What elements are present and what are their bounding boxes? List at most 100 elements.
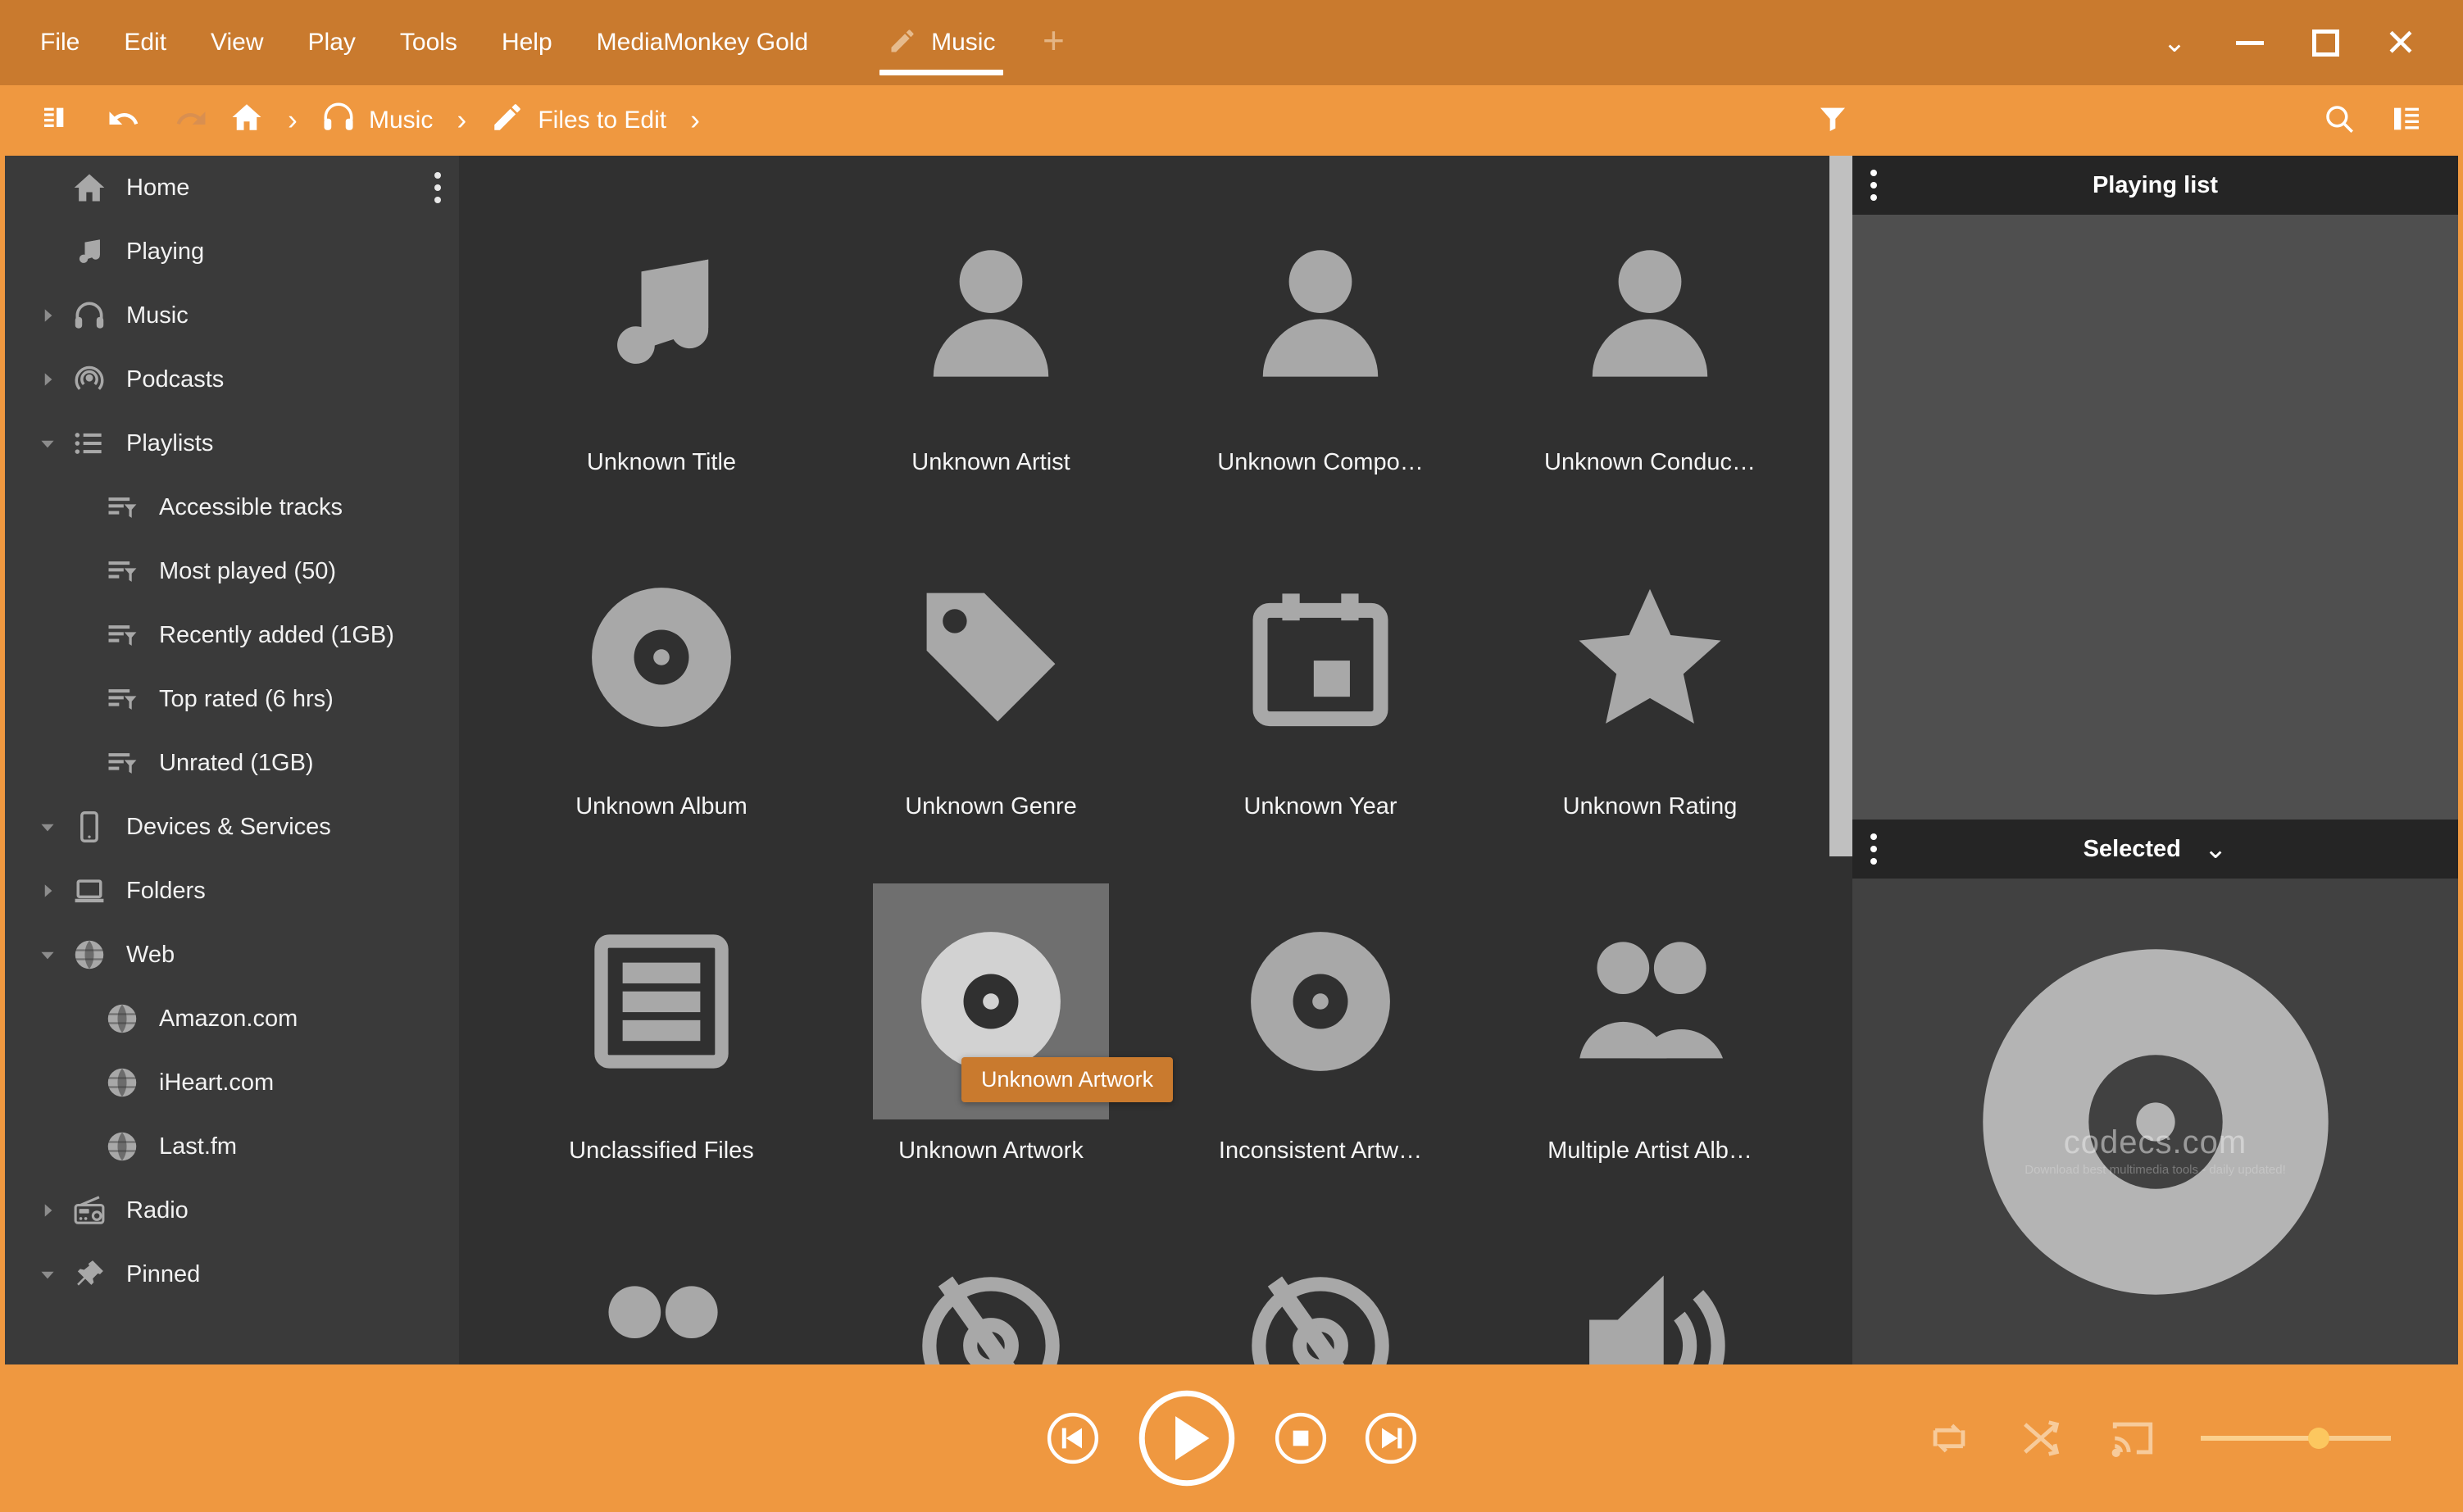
chevron-down-icon[interactable] — [30, 1264, 66, 1285]
main-scrollbar[interactable] — [1829, 156, 1852, 1364]
chevron-down-icon[interactable] — [30, 816, 66, 838]
chevron-right-icon[interactable] — [30, 880, 66, 901]
sidebar-item-folders[interactable]: Folders — [5, 859, 459, 923]
chevron-down-icon[interactable] — [30, 944, 66, 965]
sidebar-item-pinned[interactable]: Pinned — [5, 1242, 459, 1306]
main-scrollbar-thumb[interactable] — [1829, 156, 1852, 856]
redo-button[interactable] — [157, 87, 225, 154]
tile-item[interactable] — [497, 1213, 826, 1364]
next-track-button[interactable] — [1364, 1411, 1418, 1465]
selected-menu-icon[interactable] — [1870, 833, 1877, 865]
selected-header: Selected ⌄ — [1852, 820, 2458, 879]
window-more-button[interactable]: ⌄ — [2137, 0, 2212, 85]
close-icon: ✕ — [2385, 24, 2417, 61]
menu-item-view[interactable]: View — [189, 0, 285, 85]
tile-item[interactable]: Unknown Album — [497, 524, 826, 869]
search-button[interactable] — [2306, 87, 2373, 154]
sidebar-item-web[interactable]: Web — [5, 923, 459, 987]
menu-item-file[interactable]: File — [18, 0, 102, 85]
chevron-down-icon[interactable]: ⌄ — [2204, 833, 2228, 865]
person-icon — [873, 195, 1109, 431]
breadcrumb-music[interactable]: Music — [316, 100, 438, 141]
minimize-button[interactable] — [2212, 0, 2288, 85]
chevron-down-icon: ⌄ — [2163, 29, 2187, 57]
tile-item[interactable]: Unknown Conduc… — [1485, 180, 1815, 524]
sidebar-item-radio[interactable]: Radio — [5, 1178, 459, 1242]
cast-button[interactable] — [2109, 1414, 2156, 1462]
menu-item-play[interactable]: Play — [286, 0, 378, 85]
sidebar-item-music[interactable]: Music — [5, 284, 459, 347]
chevron-right-icon[interactable] — [30, 1200, 66, 1221]
filter-button[interactable] — [1799, 87, 1866, 154]
selected-artwork[interactable]: codecs.com Download best multimedia tool… — [1852, 879, 2458, 1364]
sidebar-item-label: Music — [126, 302, 189, 329]
sidebar[interactable]: HomePlaying Music PodcastsPlaylistsAccessi… — [0, 156, 459, 1364]
sidebar-item-playlists[interactable]: Playlists — [5, 411, 459, 475]
tile-item[interactable]: Multiple Artist Alb… — [1485, 869, 1815, 1213]
tile-item[interactable]: Unknown Rating — [1485, 524, 1815, 869]
tile-item[interactable]: Unknown Genre — [826, 524, 1156, 869]
globe-icon — [98, 1001, 146, 1037]
menu-item-edit[interactable]: Edit — [102, 0, 189, 85]
tab-music[interactable]: Music — [860, 0, 1023, 85]
tile-item[interactable]: Unknown Compo… — [1156, 180, 1485, 524]
undo-button[interactable] — [90, 87, 157, 154]
sidebar-item-label: Recently added (1GB) — [159, 622, 394, 649]
tags-icon — [873, 539, 1109, 775]
sidebar-item-most-played-50[interactable]: Most played (50) — [5, 539, 459, 603]
sidebar-item-recently-added-1gb[interactable]: Recently added (1GB) — [5, 603, 459, 667]
sidebar-item-devices-services[interactable]: Devices & Services — [5, 795, 459, 859]
tile-item[interactable]: Unknown Artist — [826, 180, 1156, 524]
tile-item[interactable]: Inconsistent Artw… — [1156, 869, 1485, 1213]
tile-item[interactable]: Unclassified Files — [497, 869, 826, 1213]
sidebar-item-accessible-tracks[interactable]: Accessible tracks — [5, 475, 459, 539]
volume-thumb[interactable] — [2308, 1428, 2329, 1449]
previous-track-button[interactable] — [1046, 1411, 1100, 1465]
sidebar-toggle-button[interactable] — [23, 87, 90, 154]
disc-slash-icon — [1202, 1228, 1438, 1364]
tile-item[interactable] — [1156, 1213, 1485, 1364]
sidebar-item-last-fm[interactable]: Last.fm — [5, 1115, 459, 1178]
panel-toggle-button[interactable] — [2373, 87, 2440, 154]
close-button[interactable]: ✕ — [2363, 0, 2438, 85]
selected-title: Selected — [2084, 836, 2181, 863]
sidebar-item-podcasts[interactable]: Podcasts — [5, 347, 459, 411]
repeat-button[interactable] — [1925, 1414, 1973, 1462]
play-button[interactable] — [1136, 1387, 1238, 1489]
shuffle-button[interactable] — [2017, 1414, 2065, 1462]
volume-slider[interactable] — [2201, 1422, 2391, 1455]
pin-icon — [66, 1256, 113, 1292]
playing-list-menu-icon[interactable] — [1870, 170, 1877, 201]
sidebar-item-iheart-com[interactable]: iHeart.com — [5, 1051, 459, 1115]
app-body: HomePlaying Music PodcastsPlaylistsAccessi… — [0, 156, 2463, 1364]
tile-item[interactable]: Unknown Year — [1156, 524, 1485, 869]
sidebar-item-unrated-1gb[interactable]: Unrated (1GB) — [5, 731, 459, 795]
sidebar-item-amazon-com[interactable]: Amazon.com — [5, 987, 459, 1051]
sidebar-item-home[interactable]: Home — [5, 156, 459, 220]
new-tab-button[interactable]: + — [1023, 0, 1084, 85]
menu-item-mediamonkey-gold[interactable]: MediaMonkey Gold — [575, 0, 830, 85]
chevron-right-icon[interactable] — [30, 369, 66, 390]
stop-button[interactable] — [1274, 1411, 1328, 1465]
chevron-down-icon[interactable] — [30, 433, 66, 454]
tile-item[interactable]: Unknown Title — [497, 180, 826, 524]
maximize-button[interactable] — [2288, 0, 2363, 85]
sidebar-item-top-rated-6-hrs[interactable]: Top rated (6 hrs) — [5, 667, 459, 731]
sidebar-item-menu-icon[interactable] — [434, 172, 441, 203]
sidebar-item-playing[interactable]: Playing — [5, 220, 459, 284]
tile-item[interactable]: Unknown ArtworkUnknown Artwork — [826, 869, 1156, 1213]
menu-item-tools[interactable]: Tools — [378, 0, 479, 85]
menu-item-help[interactable]: Help — [479, 0, 575, 85]
note-icon — [543, 195, 779, 431]
breadcrumb-home[interactable] — [225, 100, 269, 141]
breadcrumb-files-to-edit[interactable]: Files to Edit — [485, 100, 671, 141]
filter-list-icon — [98, 489, 146, 525]
tile-item[interactable] — [826, 1213, 1156, 1364]
volume-fill — [2201, 1436, 2319, 1441]
star-icon — [1532, 539, 1768, 775]
chevron-right-icon[interactable] — [30, 305, 66, 326]
playing-list-body[interactable] — [1852, 215, 2458, 820]
menu-bar: File Edit View Play Tools Help MediaMonk… — [0, 0, 830, 85]
home-icon — [66, 170, 113, 206]
tile-item[interactable] — [1485, 1213, 1815, 1364]
